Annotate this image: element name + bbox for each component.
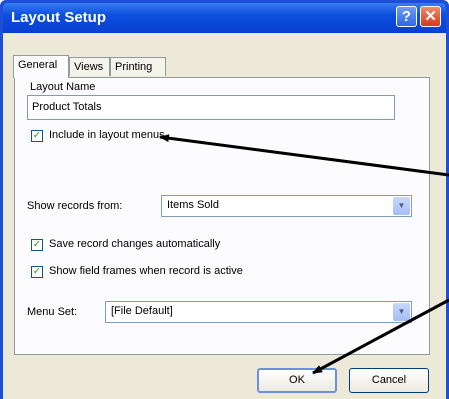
callout-arrow-layout-name	[159, 134, 449, 177]
tab-general[interactable]: General	[13, 55, 69, 78]
callout-arrow-ok	[312, 298, 449, 375]
